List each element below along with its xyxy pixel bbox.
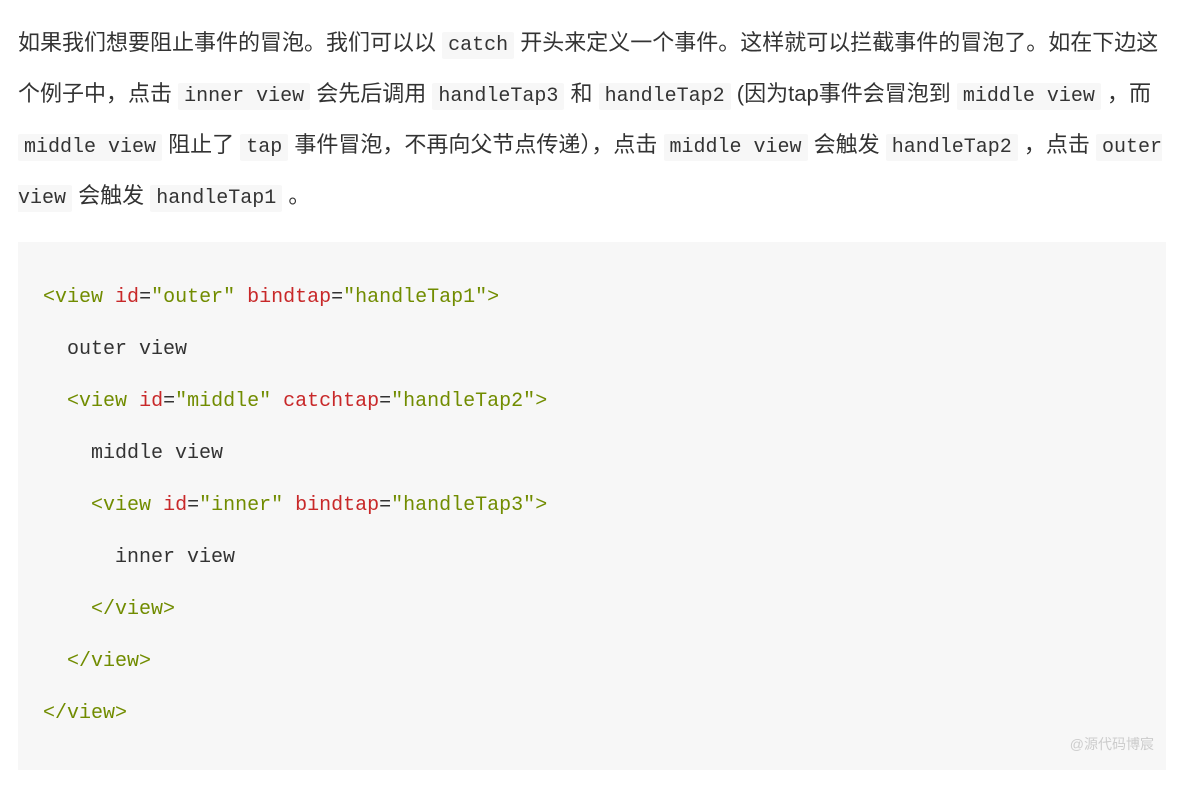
code-eq: = [187,494,199,517]
code-bracket: < [91,494,103,517]
text: 会触发 [72,183,150,208]
text: ，而 [1101,81,1151,106]
code-value: "handleTap1" [343,286,487,309]
code-indent [43,598,91,621]
code-bracket: < [67,390,79,413]
text: 。 [282,183,310,208]
inline-code-middle-view-3: middle view [664,134,808,161]
inline-code-middle-view-2: middle view [18,134,162,161]
code-eq: = [379,494,391,517]
code-attr: catchtap [283,390,379,413]
inline-code-handletap2-2: handleTap2 [886,134,1018,161]
code-indent [43,390,67,413]
code-attr: bindtap [295,494,379,517]
text: 会触发 [808,132,886,157]
text: (因为tap事件会冒泡到 [731,81,957,106]
code-space [235,286,247,309]
code-attr: bindtap [247,286,331,309]
code-bracket: > [535,494,547,517]
code-tag: view [115,598,163,621]
code-text: outer view [43,338,187,361]
inline-code-middle-view: middle view [957,83,1101,110]
code-value: "outer" [151,286,235,309]
code-bracket: > [115,702,127,725]
inline-code-tap: tap [240,134,288,161]
code-attr: id [139,390,163,413]
code-eq: = [163,390,175,413]
code-text: middle view [43,442,223,465]
text: 阻止了 [162,132,240,157]
text: ，点击 [1018,132,1096,157]
code-bracket: > [535,390,547,413]
code-indent [43,650,67,673]
code-value: "handleTap2" [391,390,535,413]
watermark: @源代码博宸 [1070,726,1154,762]
code-tag: view [103,494,151,517]
code-space [127,390,139,413]
code-bracket: > [139,650,151,673]
code-tag: view [91,650,139,673]
code-tag: view [67,702,115,725]
code-eq: = [139,286,151,309]
code-text: inner view [43,546,235,569]
code-value: "inner" [199,494,283,517]
code-bracket: </ [91,598,115,621]
code-bracket: < [43,286,55,309]
code-eq: = [331,286,343,309]
code-tag: view [79,390,127,413]
text: 如果我们想要阻止事件的冒泡。我们可以以 [18,30,442,55]
code-indent [43,494,91,517]
code-space [103,286,115,309]
code-block: <view id="outer" bindtap="handleTap1"> o… [18,242,1166,770]
inline-code-handletap2: handleTap2 [599,83,731,110]
inline-code-catch: catch [442,32,514,59]
inline-code-handletap3: handleTap3 [432,83,564,110]
code-bracket: </ [67,650,91,673]
code-bracket: </ [43,702,67,725]
code-bracket: > [163,598,175,621]
code-space [271,390,283,413]
inline-code-inner-view: inner view [178,83,310,110]
text: 会先后调用 [310,81,432,106]
code-bracket: > [487,286,499,309]
code-tag: view [55,286,103,309]
code-attr: id [163,494,187,517]
code-attr: id [115,286,139,309]
explanation-paragraph: 如果我们想要阻止事件的冒泡。我们可以以 catch 开头来定义一个事件。这样就可… [18,18,1166,222]
text: 和 [564,81,598,106]
inline-code-handletap1: handleTap1 [150,185,282,212]
code-value: "middle" [175,390,271,413]
text: 事件冒泡，不再向父节点传递），点击 [288,132,663,157]
code-space [151,494,163,517]
code-space [283,494,295,517]
code-value: "handleTap3" [391,494,535,517]
code-eq: = [379,390,391,413]
